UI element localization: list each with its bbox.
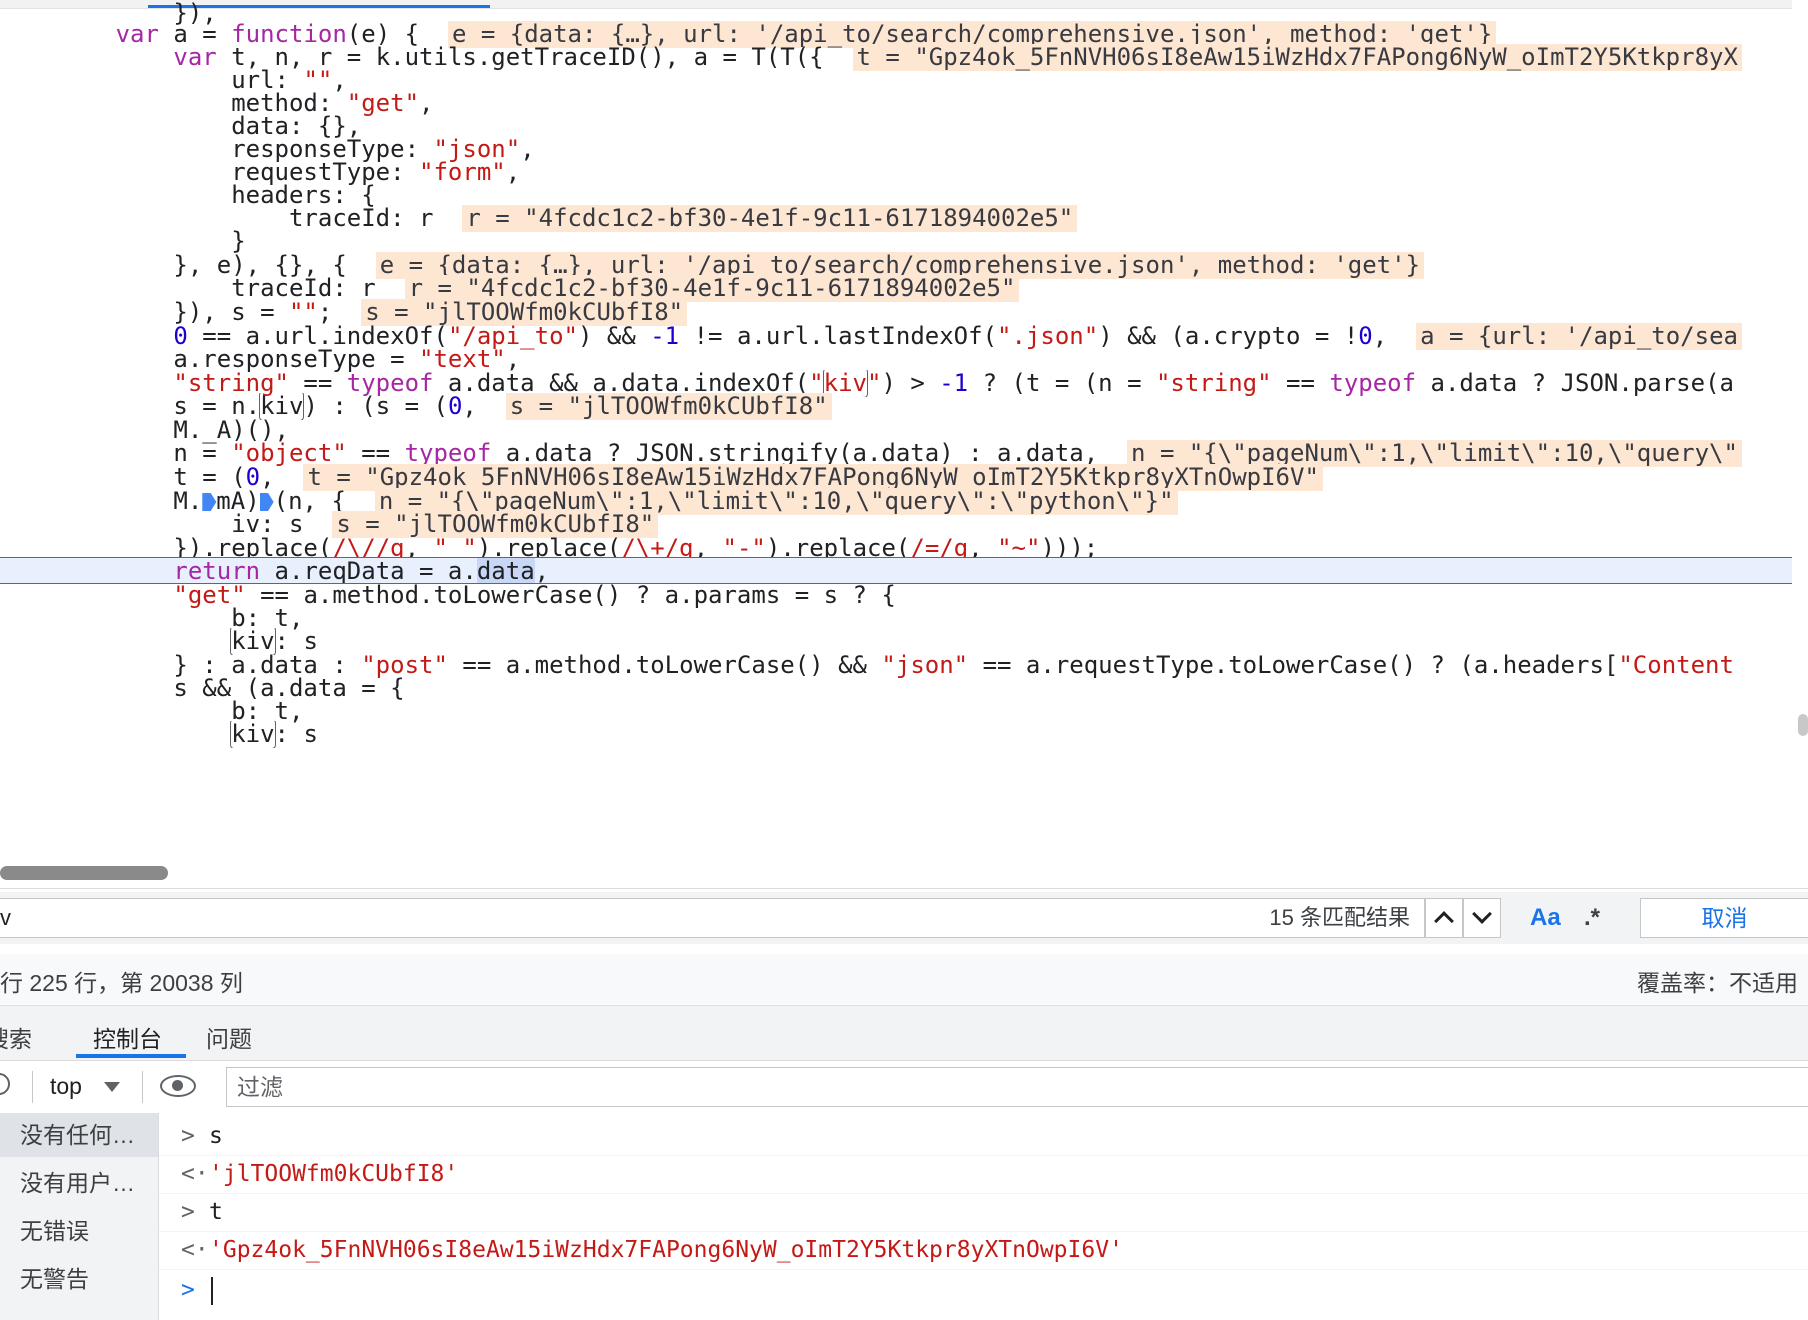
- eye-icon[interactable]: [160, 1075, 196, 1097]
- console-toolbar: top 过滤: [0, 1060, 1808, 1114]
- sidebar-item-warnings[interactable]: 无警告: [0, 1257, 158, 1301]
- inline-value: s = "jlTOOWfm0kCUbfI8": [361, 299, 688, 326]
- chevron-down-icon: [1472, 904, 1492, 924]
- regex-toggle[interactable]: .*: [1584, 904, 1600, 932]
- breakpoint-marker-icon[interactable]: [202, 493, 217, 511]
- inline-value: s = "jlTOOWfm0kCUbfI8": [505, 393, 832, 420]
- tab-search[interactable]: 搜索: [0, 1020, 32, 1054]
- inline-value: s = "jlTOOWfm0kCUbfI8": [332, 511, 659, 538]
- inline-value: t = "Gpz4ok_5FnNVH06sI8eAw15iWzHdx7FAPon…: [303, 464, 1323, 491]
- code-line[interactable]: traceId: r r = "4fcdc1c2-bf30-4e1f-9c11-…: [0, 275, 1792, 302]
- console-sidebar: 没有任何… 没有用户… 无错误 无警告: [0, 1113, 159, 1320]
- code-line[interactable]: n = "object" == typeof a.data ? JSON.str…: [0, 440, 1792, 467]
- match-count: 15 条匹配结果: [1269, 905, 1410, 930]
- console-output[interactable]: > s <· 'jlTOOWfm0kCUbfI8' > t <· 'Gpz4ok…: [159, 1113, 1808, 1320]
- inline-value: r = "4fcdc1c2-bf30-4e1f-9c11-6171894002e…: [404, 275, 1020, 302]
- code-editor[interactable]: }), var a = function(e) { e = {data: {…}…: [0, 0, 1792, 860]
- console-input-row: > t: [159, 1193, 1808, 1232]
- code-line[interactable]: kiv: s: [0, 721, 1792, 748]
- return-arrow-icon: <·: [181, 1161, 209, 1187]
- vertical-scrollbar-thumb[interactable]: [1798, 714, 1808, 736]
- context-selector[interactable]: top: [50, 1073, 82, 1100]
- clear-console-icon[interactable]: [0, 1073, 10, 1095]
- find-input[interactable]: v 15 条匹配结果: [0, 898, 1425, 938]
- active-tab-underline: [76, 1054, 186, 1058]
- code-line[interactable]: s = n.kiv) : (s = (0, s = "jlTOOWfm0kCUb…: [0, 393, 1792, 420]
- sidebar-item-user-messages[interactable]: 没有用户…: [0, 1161, 158, 1205]
- status-bar: 行 225 行，第 20038 列 覆盖率：不适用: [0, 954, 1808, 1004]
- console-result-row: <· 'Gpz4ok_5FnNVH06sI8eAw15iWzHdx7FAPong…: [159, 1231, 1808, 1270]
- sidebar-item-errors[interactable]: 无错误: [0, 1209, 158, 1253]
- console-prompt-row[interactable]: >: [159, 1271, 1808, 1309]
- caret-down-icon[interactable]: [104, 1082, 120, 1092]
- panel-divider: [0, 888, 1808, 889]
- console-result-text[interactable]: 'Gpz4ok_5FnNVH06sI8eAw15iWzHdx7FAPong6Ny…: [209, 1231, 1123, 1269]
- horizontal-scrollbar[interactable]: [0, 866, 168, 880]
- chevron-up-icon: [1434, 911, 1454, 931]
- code-line[interactable]: iv: s s = "jlTOOWfm0kCUbfI8": [0, 511, 1792, 538]
- tab-console[interactable]: 控制台: [93, 1020, 162, 1054]
- breakpoint-marker-icon[interactable]: [259, 493, 274, 511]
- find-bar: v 15 条匹配结果 Aa .* 取消: [0, 892, 1808, 944]
- console-input-text: s: [209, 1123, 223, 1149]
- toolbar-divider: [32, 1071, 33, 1103]
- toolbar-divider: [142, 1071, 143, 1103]
- previous-match-button[interactable]: [1425, 898, 1463, 938]
- match-case-toggle[interactable]: Aa: [1530, 904, 1561, 932]
- next-match-button[interactable]: [1463, 898, 1501, 938]
- tab-issues[interactable]: 问题: [206, 1020, 252, 1054]
- console-result-row: <· 'jlTOOWfm0kCUbfI8': [159, 1155, 1808, 1194]
- coverage-status[interactable]: 覆盖率：不适用: [1637, 964, 1798, 998]
- chevron-right-icon: >: [181, 1123, 195, 1149]
- paused-line[interactable]: return a.reqData = a.data,: [0, 557, 1792, 584]
- console-input-text: t: [209, 1199, 223, 1225]
- return-arrow-icon: <·: [181, 1237, 209, 1263]
- text-cursor: [211, 1277, 213, 1305]
- sidebar-item-messages[interactable]: 没有任何…: [0, 1113, 158, 1157]
- search-match: kiv: [230, 628, 276, 655]
- filter-input[interactable]: 过滤: [226, 1067, 1808, 1107]
- cancel-button[interactable]: 取消: [1640, 898, 1808, 938]
- chevron-right-icon: >: [181, 1199, 195, 1225]
- cursor-position: 行 225 行，第 20038 列: [0, 970, 243, 996]
- console-result-text[interactable]: 'jlTOOWfm0kCUbfI8': [209, 1155, 458, 1193]
- code-line[interactable]: t = (0, t = "Gpz4ok_5FnNVH06sI8eAw15iWzH…: [0, 464, 1792, 491]
- code-line[interactable]: }: [0, 228, 1792, 255]
- inline-value: n = "{\"pageNum\":1,\"limit\":10,\"query…: [1127, 440, 1742, 467]
- code-line[interactable]: a.responseType = "text",: [0, 346, 1792, 373]
- code-line[interactable]: }), s = ""; s = "jlTOOWfm0kCUbfI8": [0, 299, 1792, 326]
- console-input-row: > s: [159, 1117, 1808, 1156]
- chevron-right-icon: >: [181, 1277, 195, 1303]
- drawer-tabs: 搜索 控制台 问题: [0, 1005, 1808, 1060]
- code-line[interactable]: kiv: s: [0, 628, 1792, 655]
- find-query-text: v: [0, 905, 11, 930]
- search-match: kiv: [259, 393, 305, 420]
- search-match: kiv: [230, 721, 276, 748]
